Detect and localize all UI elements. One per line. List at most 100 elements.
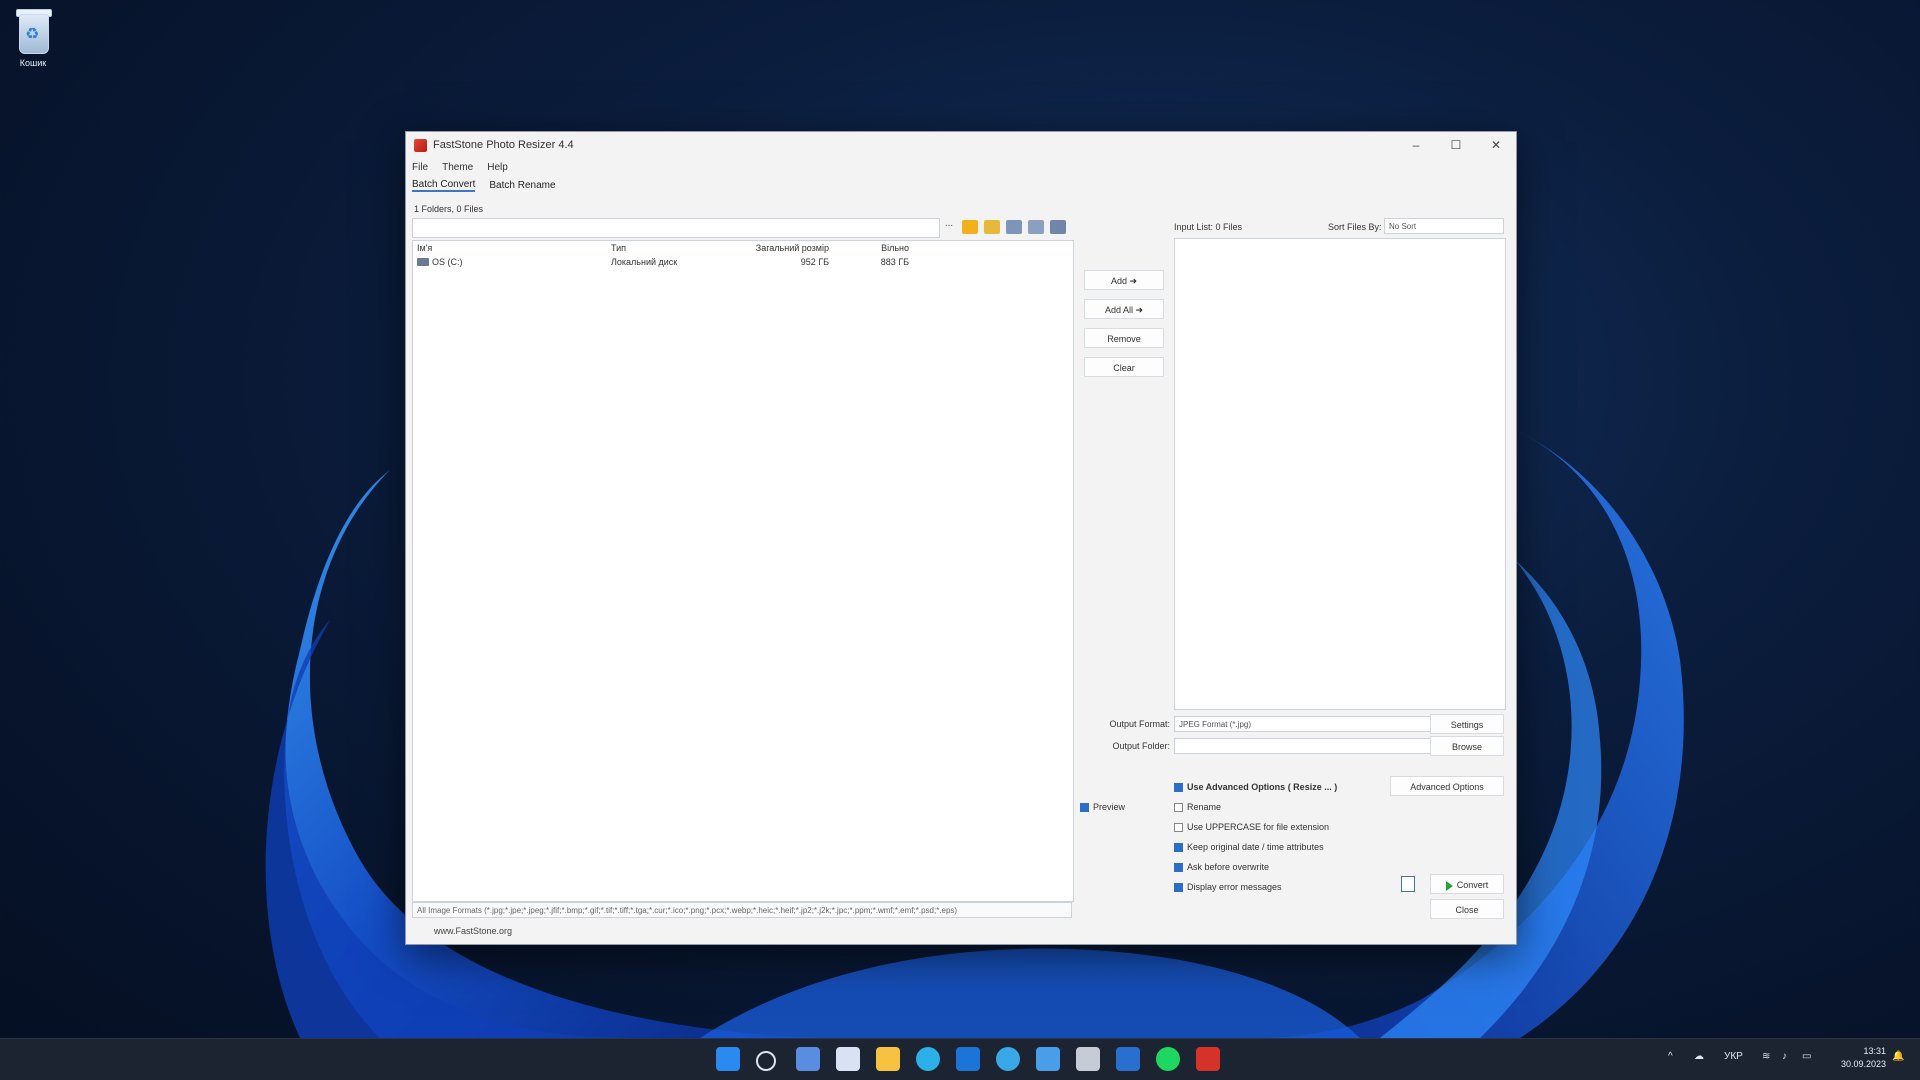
drive-name: OS (C:) — [432, 256, 463, 267]
close-icon[interactable]: ✕ — [1476, 138, 1516, 152]
uppercase-checkbox[interactable]: Use UPPERCASE for file extension — [1174, 822, 1329, 832]
list-view-icon[interactable] — [1028, 220, 1044, 234]
output-folder-input[interactable] — [1174, 738, 1432, 754]
wifi-icon[interactable]: ≋ — [1762, 1051, 1770, 1062]
convert-label: Convert — [1456, 880, 1489, 890]
recycle-bin-icon: ♻ — [14, 6, 52, 54]
preview-checkbox[interactable]: Preview — [1080, 802, 1125, 812]
search-icon[interactable] — [756, 1051, 776, 1071]
table-row[interactable]: OS (C:) Локальний диск 952 ГБ 883 ГБ — [413, 255, 1073, 268]
menu-file[interactable]: File — [412, 162, 428, 173]
file-browser[interactable]: Ім'я Тип Загальний розмір Вільно OS (C:)… — [412, 240, 1074, 902]
tab-batch-convert[interactable]: Batch Convert — [412, 179, 476, 192]
menu-bar: File Theme Help — [406, 158, 1516, 176]
path-input[interactable] — [412, 218, 940, 238]
title-bar[interactable]: FastStone Photo Resizer 4.4 – ☐ ✕ — [406, 132, 1516, 158]
notification-icon[interactable]: 🔔 — [1892, 1051, 1904, 1062]
advanced-options-button[interactable]: Advanced Options — [1390, 776, 1504, 796]
keep-date-label: Keep original date / time attributes — [1187, 842, 1324, 852]
document-icon[interactable] — [1401, 876, 1415, 892]
use-advanced-checkbox[interactable]: Use Advanced Options ( Resize ... ) — [1174, 782, 1337, 792]
uppercase-label: Use UPPERCASE for file extension — [1187, 822, 1330, 832]
clock[interactable]: 13:31 30.09.2023 — [1841, 1045, 1886, 1071]
folder-up-icon[interactable] — [962, 220, 978, 234]
input-list-label: Input List: 0 Files — [1174, 222, 1243, 232]
date: 30.09.2023 — [1840, 1059, 1886, 1069]
add-button[interactable]: Add ➜ — [1084, 270, 1164, 290]
task-view-icon[interactable] — [836, 1047, 860, 1071]
new-folder-icon[interactable] — [984, 220, 1000, 234]
close-button[interactable]: Close — [1430, 899, 1504, 919]
spotify-icon[interactable] — [1156, 1047, 1180, 1071]
drive-type: Локальний диск — [611, 256, 678, 267]
start-icon[interactable] — [716, 1047, 740, 1071]
recycle-bin-shortcut[interactable]: ♻ Кошик — [6, 6, 60, 68]
mode-tabs: Batch Convert Batch Rename — [406, 176, 1516, 194]
sort-select[interactable]: No Sort — [1384, 218, 1504, 234]
display-errors-check — [1174, 882, 1183, 892]
convert-button[interactable]: Convert — [1430, 874, 1504, 894]
col-total[interactable]: Загальний розмір — [743, 243, 829, 253]
col-type[interactable]: Тип — [611, 243, 743, 253]
output-format-label: Output Format: — [1109, 719, 1170, 729]
file-explorer-icon[interactable] — [876, 1047, 900, 1071]
telegram-icon[interactable] — [996, 1047, 1020, 1071]
preview-label: Preview — [1093, 802, 1126, 812]
col-name[interactable]: Ім'я — [417, 243, 611, 253]
add-all-button[interactable]: Add All ➜ — [1084, 299, 1164, 319]
faststone-icon[interactable] — [1196, 1047, 1220, 1071]
display-errors-label: Display error messages — [1187, 882, 1282, 892]
language-indicator[interactable]: УКР — [1724, 1051, 1743, 1062]
app-window: FastStone Photo Resizer 4.4 – ☐ ✕ File T… — [405, 131, 1517, 945]
ask-overwrite-checkbox[interactable]: Ask before overwrite — [1174, 862, 1269, 872]
file-list-header: Ім'я Тип Загальний розмір Вільно — [413, 241, 1073, 255]
settings-button[interactable]: Settings — [1430, 714, 1504, 734]
volume-icon[interactable]: ♪ — [1782, 1051, 1787, 1062]
output-format-select[interactable]: JPEG Format (*.jpg) — [1174, 716, 1432, 732]
maximize-icon[interactable]: ☐ — [1436, 138, 1476, 152]
terminal-icon[interactable] — [1116, 1047, 1140, 1071]
uppercase-check — [1174, 822, 1183, 832]
outlook-icon[interactable] — [956, 1047, 980, 1071]
rename-checkbox[interactable]: Rename — [1174, 802, 1221, 812]
browse-button[interactable]: Browse — [1430, 736, 1504, 756]
keep-date-check — [1174, 842, 1183, 852]
thumbnails-view-icon[interactable] — [1006, 220, 1022, 234]
col-free[interactable]: Вільно — [829, 243, 909, 253]
chevron-up-icon[interactable]: ^ — [1668, 1051, 1673, 1062]
drive-free: 883 ГБ — [880, 256, 909, 267]
drive-icon — [417, 258, 429, 267]
preview-check — [1080, 802, 1089, 812]
details-view-icon[interactable] — [1050, 220, 1066, 234]
notepad-icon[interactable] — [1076, 1047, 1100, 1071]
folder-info: 1 Folders, 0 Files — [414, 204, 484, 214]
window-title: FastStone Photo Resizer 4.4 — [433, 139, 574, 151]
edge-icon[interactable] — [916, 1047, 940, 1071]
ask-overwrite-check — [1174, 862, 1183, 872]
rename-label: Rename — [1187, 802, 1222, 812]
rename-check — [1174, 802, 1183, 812]
clear-button[interactable]: Clear — [1084, 357, 1164, 377]
path-browse-button[interactable]: ... — [942, 218, 956, 236]
menu-help[interactable]: Help — [487, 162, 508, 173]
tab-batch-rename[interactable]: Batch Rename — [489, 180, 555, 191]
file-type-filter[interactable]: All Image Formats (*.jpg;*.jpe;*.jpeg;*.… — [412, 902, 1072, 918]
taskbar: ^ ☁ УКР ≋ ♪ ▭ 13:31 30.09.2023 🔔 — [0, 1038, 1920, 1080]
tools-icon[interactable] — [1036, 1047, 1060, 1071]
website-link[interactable]: www.FastStone.org — [434, 926, 512, 936]
play-icon — [1445, 880, 1453, 891]
use-advanced-label: Use Advanced Options ( Resize ... ) — [1187, 782, 1338, 792]
cloud-icon[interactable]: ☁ — [1694, 1051, 1704, 1062]
menu-theme[interactable]: Theme — [442, 162, 473, 173]
minimize-icon[interactable]: – — [1396, 138, 1436, 152]
display-errors-checkbox[interactable]: Display error messages — [1174, 882, 1282, 892]
output-folder-label: Output Folder: — [1112, 741, 1170, 751]
keep-date-checkbox[interactable]: Keep original date / time attributes — [1174, 842, 1324, 852]
use-advanced-check — [1174, 782, 1183, 792]
widgets-icon[interactable] — [796, 1047, 820, 1071]
sort-label: Sort Files By: — [1328, 222, 1382, 232]
input-list[interactable] — [1174, 238, 1506, 710]
battery-icon[interactable]: ▭ — [1802, 1051, 1811, 1062]
recycle-bin-label: Кошик — [19, 58, 47, 68]
remove-button[interactable]: Remove — [1084, 328, 1164, 348]
